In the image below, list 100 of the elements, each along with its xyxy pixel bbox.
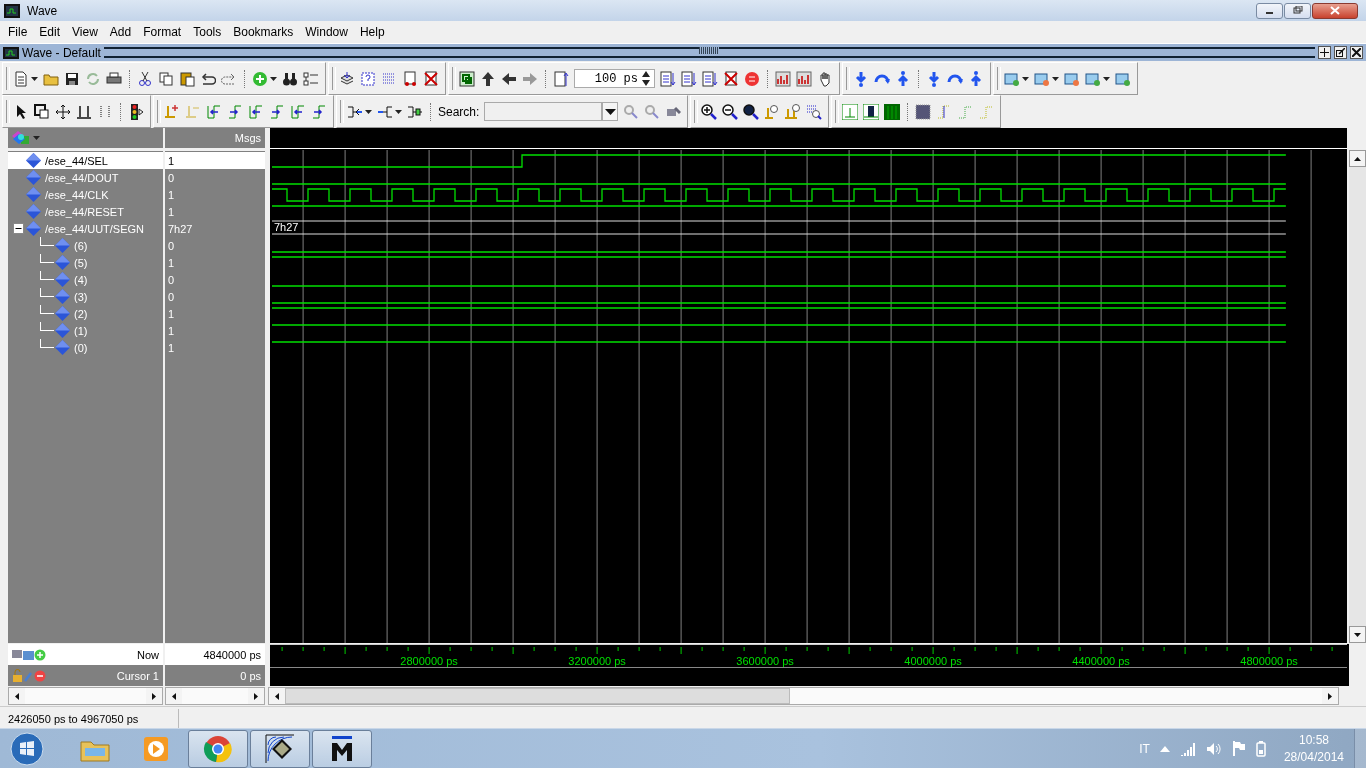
scissors-icon[interactable] — [137, 70, 153, 87]
edge-right-icon[interactable] — [269, 103, 285, 120]
copy-icon[interactable] — [158, 70, 174, 87]
signal-type-icon[interactable] — [12, 130, 30, 146]
copy-icon[interactable] — [459, 70, 475, 87]
menu-item[interactable]: Window — [299, 25, 354, 39]
zoom-last-icon[interactable] — [806, 103, 823, 120]
chart-icon[interactable] — [775, 70, 791, 87]
edge-left-icon[interactable] — [248, 103, 264, 120]
chart-icon[interactable] — [796, 70, 812, 87]
scroll-down-button[interactable] — [1349, 626, 1366, 643]
cursor-icons-drawing[interactable] — [12, 668, 46, 683]
document-icon[interactable] — [660, 70, 676, 87]
zoom-full-icon[interactable] — [743, 103, 760, 120]
zoom-cursor-icon[interactable] — [764, 103, 781, 120]
zoom-in-icon[interactable] — [701, 103, 718, 120]
save-icon[interactable] — [64, 70, 80, 87]
dropdown-caret-icon[interactable] — [1022, 76, 1029, 81]
document-icon[interactable] — [681, 70, 697, 87]
taskbar-app-button[interactable] — [250, 729, 310, 768]
layers-icon[interactable] — [339, 70, 355, 87]
wave-fill-icon[interactable] — [884, 103, 901, 120]
signal-row[interactable]: (0) — [8, 339, 163, 356]
document-icon[interactable] — [13, 70, 29, 87]
signal-row[interactable]: /ese_44/RESET — [8, 203, 163, 220]
dither-icon[interactable] — [915, 103, 932, 120]
drag-handle[interactable] — [699, 47, 720, 54]
scroll-right-button[interactable] — [1322, 688, 1338, 704]
scroll-left-button[interactable] — [9, 688, 25, 704]
signal-row[interactable]: /ese_44/UUT/SEGN — [8, 220, 163, 237]
dotted-cursor-icon[interactable] — [97, 103, 113, 120]
step-out-icon[interactable] — [895, 70, 911, 87]
signal-row[interactable]: /ese_44/SEL — [8, 152, 163, 169]
menu-item[interactable]: Edit — [33, 25, 67, 39]
list-icon[interactable] — [303, 70, 319, 87]
edge-left-icon[interactable] — [206, 103, 222, 120]
document-icon[interactable] — [402, 70, 418, 87]
close-button[interactable] — [1350, 46, 1363, 59]
maximize-button[interactable] — [1284, 2, 1311, 19]
add-cursor-icon[interactable] — [164, 103, 180, 120]
delete-icon[interactable] — [723, 70, 739, 87]
traffic-light-icon[interactable] — [128, 103, 144, 120]
menu-item[interactable]: Add — [103, 25, 138, 39]
zoom-out-icon[interactable] — [722, 103, 739, 120]
binoculars-icon[interactable] — [282, 70, 298, 87]
dropdown-caret-icon[interactable] — [31, 76, 38, 81]
menu-item[interactable]: Help — [353, 25, 391, 39]
window-icon[interactable] — [1064, 70, 1080, 87]
stop-icon[interactable] — [744, 70, 760, 87]
menu-item[interactable]: View — [66, 25, 104, 39]
hand-icon[interactable] — [817, 70, 833, 87]
scroll-right-button[interactable] — [248, 688, 264, 704]
scroll-right-button[interactable] — [146, 688, 162, 704]
step-icon[interactable] — [853, 70, 869, 87]
dropdown-button[interactable] — [602, 102, 619, 121]
scroll-up-button[interactable] — [1349, 150, 1366, 167]
signal-row[interactable]: (1) — [8, 322, 163, 339]
window-icon[interactable] — [1115, 70, 1131, 87]
menu-item[interactable]: Tools — [187, 25, 228, 39]
signal-row[interactable]: (5) — [8, 254, 163, 271]
zoom-area-icon[interactable] — [34, 103, 50, 120]
scroll-left-button[interactable] — [269, 688, 285, 704]
close-button[interactable] — [1312, 2, 1358, 19]
scroll-left-button[interactable] — [166, 688, 182, 704]
expand-toggle[interactable] — [13, 223, 24, 234]
edge-left-icon[interactable] — [290, 103, 306, 120]
undock-button[interactable] — [1334, 46, 1347, 59]
menu-item[interactable]: Bookmarks — [227, 25, 300, 39]
minimize-button[interactable] — [1256, 2, 1283, 19]
edge-right-icon[interactable] — [227, 103, 243, 120]
step-out-icon[interactable] — [968, 70, 984, 87]
dock-button[interactable] — [1318, 46, 1331, 59]
menu-item[interactable]: Format — [137, 25, 188, 39]
signal-row[interactable]: (2) — [8, 305, 163, 322]
up-arrow-icon[interactable] — [480, 70, 496, 87]
run-icon[interactable] — [553, 70, 569, 87]
tree-icon[interactable] — [407, 103, 423, 120]
signal-row[interactable]: /ese_44/CLK — [8, 186, 163, 203]
clock[interactable]: 10:58 28/04/2014 — [1283, 733, 1344, 764]
printer-icon[interactable] — [106, 70, 122, 87]
edge-right-icon[interactable] — [311, 103, 327, 120]
signal-row[interactable]: (4) — [8, 271, 163, 288]
cursor-icons-drawing[interactable] — [12, 647, 46, 662]
language-indicator[interactable]: IT — [1139, 741, 1150, 756]
zoom-cursors-icon[interactable] — [785, 103, 802, 120]
dropdown-caret-icon[interactable] — [1052, 76, 1059, 81]
signal-row[interactable]: (3) — [8, 288, 163, 305]
dropdown-caret-icon[interactable] — [395, 109, 402, 114]
menu-item[interactable]: File — [2, 25, 34, 39]
paste-icon[interactable] — [179, 70, 195, 87]
cursor-icon[interactable] — [76, 103, 92, 120]
signal-in-icon[interactable] — [347, 103, 363, 120]
signal-row[interactable]: (6) — [8, 237, 163, 254]
dropdown-caret-icon[interactable] — [270, 76, 277, 81]
delete-icon[interactable] — [423, 70, 439, 87]
search-field[interactable] — [484, 102, 603, 121]
step-icon[interactable] — [926, 70, 942, 87]
undo-icon[interactable] — [200, 70, 216, 87]
signal-out-icon[interactable] — [377, 103, 393, 120]
help-document-icon[interactable] — [360, 70, 376, 87]
